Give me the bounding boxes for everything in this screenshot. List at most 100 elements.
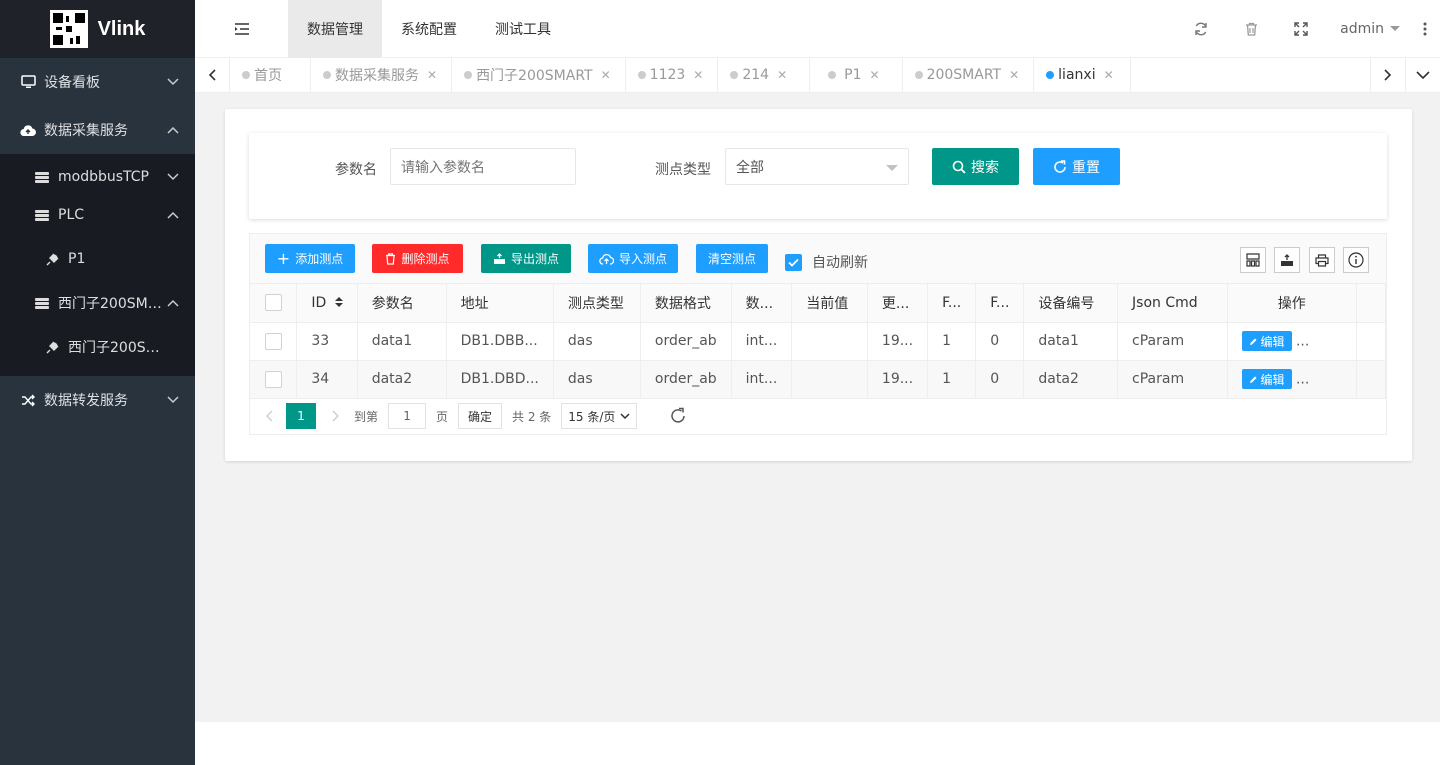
close-icon[interactable]: ✕ <box>1009 68 1019 82</box>
top-header: 数据管理 系统配置 测试工具 admin <box>195 0 1440 58</box>
more-actions[interactable]: ... <box>1296 372 1309 388</box>
tab-lianxi[interactable]: lianxi ✕ <box>1034 58 1131 92</box>
cell-point-type: das <box>553 322 641 361</box>
current-page-button[interactable]: 1 <box>286 403 316 429</box>
more-actions[interactable]: ... <box>1296 334 1309 350</box>
cell-current-value <box>791 360 868 399</box>
tab-1123[interactable]: 1123 ✕ <box>626 58 719 92</box>
col-header-json-cmd: Json Cmd <box>1117 284 1228 323</box>
tab-dot <box>637 71 646 79</box>
tab-siemens-200smart[interactable]: 西门子200SMART ✕ <box>452 58 626 92</box>
reset-button[interactable]: 重置 <box>1033 148 1120 185</box>
per-page-select[interactable]: 15 条/页 <box>561 403 638 429</box>
plug-icon <box>44 339 60 355</box>
add-point-label: 添加测点 <box>295 252 344 266</box>
sidebar-item-plc[interactable]: PLC <box>0 196 195 234</box>
export-point-button[interactable]: 导出测点 <box>481 244 571 273</box>
pencil-icon <box>1249 338 1256 345</box>
delete-point-button[interactable]: 删除测点 <box>372 244 463 273</box>
nav-test-tools[interactable]: 测试工具 <box>476 0 570 58</box>
tab-data-collection[interactable]: 数据采集服务 ✕ <box>311 58 453 92</box>
export-icon <box>493 252 505 264</box>
search-button-label: 搜索 <box>971 159 999 176</box>
nav-system-config[interactable]: 系统配置 <box>382 0 476 58</box>
auto-refresh-toggle[interactable]: 自动刷新 <box>785 252 868 272</box>
data-table: ID 参数名 地址 测点类型 数据格式 数... 当前值 更... F... F… <box>250 284 1387 399</box>
goto-confirm-button[interactable]: 确定 <box>458 403 503 429</box>
close-icon[interactable]: ✕ <box>1104 68 1114 82</box>
print-icon[interactable] <box>1309 247 1335 273</box>
col-header-data-type: 数... <box>731 284 793 323</box>
row-checkbox[interactable] <box>265 332 282 350</box>
nav-data-management[interactable]: 数据管理 <box>288 0 382 58</box>
info-icon[interactable] <box>1343 247 1369 273</box>
edit-button[interactable]: 编辑 <box>1241 331 1292 351</box>
fullscreen-icon[interactable] <box>1276 0 1326 58</box>
search-button[interactable]: 搜索 <box>932 148 1019 185</box>
tab-p1[interactable]: P1 ✕ <box>810 58 903 92</box>
col-header-param-name: 参数名 <box>357 284 447 323</box>
col-header-address: 地址 <box>446 284 554 323</box>
columns-icon[interactable] <box>1240 247 1266 273</box>
goto-page-input[interactable]: 1 <box>388 403 427 429</box>
row-checkbox[interactable] <box>265 370 282 388</box>
close-icon[interactable]: ✕ <box>427 68 437 82</box>
sidebar-item-data-forwarding[interactable]: 数据转发服务 <box>0 376 195 424</box>
chevron-up-icon <box>167 295 179 311</box>
sidebar-item-siemens-200smart-device[interactable]: 西门子200SMART <box>0 322 195 372</box>
sidebar-item-modbustcp[interactable]: modbbusTCP <box>0 158 195 196</box>
tabs-prev-icon[interactable] <box>195 58 230 92</box>
param-name-input[interactable]: 请输入参数名 <box>390 148 576 185</box>
tab-dot <box>323 71 331 79</box>
select-all-checkbox[interactable] <box>265 294 282 312</box>
tab-dot <box>914 71 923 79</box>
page-label: 页 <box>436 409 449 424</box>
close-icon[interactable]: ✕ <box>870 68 880 82</box>
tab-200smart[interactable]: 200SMART ✕ <box>903 58 1035 92</box>
cell-param-name: data2 <box>357 360 447 399</box>
clear-points-button[interactable]: 清空测点 <box>696 244 768 273</box>
tabs-next-icon[interactable] <box>1370 58 1405 92</box>
export-table-icon[interactable] <box>1274 247 1300 273</box>
refresh-icon[interactable] <box>1176 0 1226 58</box>
import-point-label: 导入测点 <box>618 252 667 266</box>
sort-icon[interactable] <box>334 296 343 307</box>
edit-button[interactable]: 编辑 <box>1241 369 1292 389</box>
more-vertical-icon[interactable] <box>1410 0 1440 58</box>
sidebar-item-data-collection[interactable]: 数据采集服务 <box>0 106 195 154</box>
next-page-icon[interactable] <box>328 410 342 422</box>
add-point-button[interactable]: + 添加测点 <box>265 244 355 273</box>
sidebar-item-p1[interactable]: P1 <box>0 234 195 284</box>
server-icon <box>34 295 50 311</box>
cell-f2: 0 <box>975 322 1025 361</box>
tab-214[interactable]: 214 ✕ <box>718 58 811 92</box>
col-header-id[interactable]: ID <box>296 284 358 323</box>
trash-icon[interactable] <box>1226 0 1276 58</box>
total-count: 共 2 条 <box>512 409 552 424</box>
cell-actions: 编辑 ... <box>1227 360 1357 399</box>
tabs-dropdown-icon[interactable] <box>1405 58 1440 92</box>
prev-page-icon[interactable] <box>262 410 276 422</box>
sidebar-item-siemens-200smart[interactable]: 西门子200SMART <box>0 284 195 322</box>
chevron-down-icon <box>167 74 179 90</box>
cell-update: 19... <box>867 360 929 399</box>
tab-dot <box>828 71 837 79</box>
auto-refresh-checkbox[interactable] <box>785 253 802 271</box>
close-icon[interactable]: ✕ <box>777 68 787 82</box>
close-icon[interactable]: ✕ <box>601 68 611 82</box>
sidebar-item-label: 数据采集服务 <box>44 123 128 139</box>
col-header-f1: F... <box>927 284 977 323</box>
point-type-select[interactable]: 全部 <box>725 148 909 185</box>
user-menu[interactable]: admin <box>1326 21 1410 37</box>
sidebar: Vlink 设备看板 数据采集服务 modbbusTCP PLC P1 西门子2… <box>0 0 195 765</box>
menu-toggle-icon[interactable] <box>195 0 288 58</box>
refresh-page-icon[interactable] <box>669 407 687 425</box>
col-header-label: ID <box>311 294 327 311</box>
scroll-cell <box>1356 322 1387 361</box>
sidebar-item-device-board[interactable]: 设备看板 <box>0 58 195 106</box>
tab-home[interactable]: 首页 <box>230 58 311 92</box>
close-icon[interactable]: ✕ <box>693 68 703 82</box>
import-point-button[interactable]: 导入测点 <box>588 244 678 273</box>
cell-address: DB1.DBD... <box>446 360 554 399</box>
point-type-label: 测点类型 <box>655 162 711 178</box>
